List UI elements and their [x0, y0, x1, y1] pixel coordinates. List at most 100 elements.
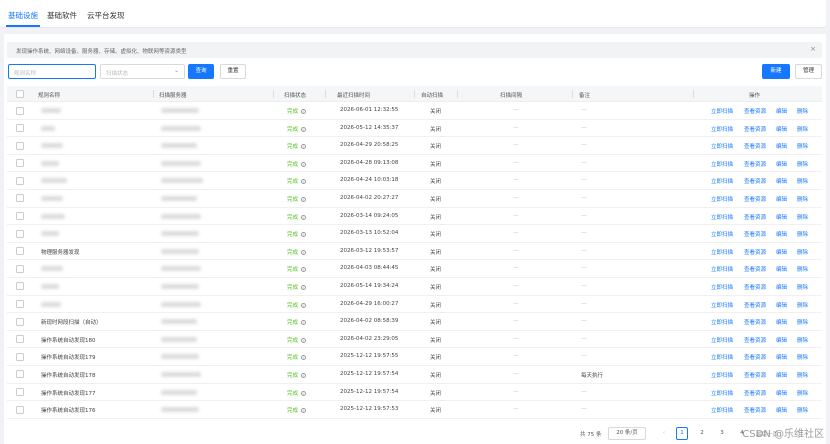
- info-icon[interactable]: i: [301, 320, 307, 326]
- scan-now-link[interactable]: 立即扫描: [711, 301, 733, 309]
- edit-link[interactable]: 编辑: [776, 389, 787, 397]
- row-checkbox[interactable]: [16, 229, 24, 238]
- tab-infrastructure[interactable]: 基础设施: [8, 10, 38, 21]
- delete-link[interactable]: 删除: [797, 389, 808, 397]
- row-checkbox[interactable]: [16, 176, 24, 185]
- row-checkbox[interactable]: [16, 194, 24, 203]
- scan-now-link[interactable]: 立即扫描: [711, 230, 733, 238]
- table-row[interactable]: 物理服务器发现 完成 i 2026-03-12 19:53:57 关闭 — — 立即扫描 查看资…: [7, 243, 822, 261]
- info-icon[interactable]: i: [301, 214, 307, 220]
- edit-link[interactable]: 编辑: [776, 265, 787, 273]
- row-checkbox[interactable]: [16, 370, 24, 379]
- edit-link[interactable]: 编辑: [776, 248, 787, 256]
- prev-page-button[interactable]: ‹: [658, 427, 670, 440]
- table-row[interactable]: 完成 i 2026-05-12 14:35:37 关闭 — — 立即扫描 查看资源 编辑 删除: [7, 120, 822, 138]
- view-resources-link[interactable]: 查看资源: [744, 336, 766, 344]
- delete-link[interactable]: 删除: [797, 213, 808, 221]
- scan-now-link[interactable]: 立即扫描: [711, 142, 733, 150]
- delete-link[interactable]: 删除: [797, 125, 808, 133]
- delete-link[interactable]: 删除: [797, 248, 808, 256]
- table-row[interactable]: 完成 i 2026-03-14 09:24:05 关闭 — — 立即扫描 查看资源 编辑 删除: [7, 208, 822, 226]
- rule-name-input[interactable]: 规则名称: [8, 64, 96, 79]
- edit-link[interactable]: 编辑: [776, 318, 787, 326]
- view-resources-link[interactable]: 查看资源: [744, 125, 766, 133]
- edit-link[interactable]: 编辑: [776, 195, 787, 203]
- table-row[interactable]: 操作系统自动发现176 完成 i 2025-12-12 19:57:53 关闭 — — 立即扫…: [7, 401, 822, 419]
- row-checkbox[interactable]: [16, 282, 24, 291]
- delete-link[interactable]: 删除: [797, 142, 808, 150]
- view-resources-link[interactable]: 查看资源: [744, 213, 766, 221]
- view-resources-link[interactable]: 查看资源: [744, 177, 766, 185]
- edit-link[interactable]: 编辑: [776, 336, 787, 344]
- view-resources-link[interactable]: 查看资源: [744, 142, 766, 150]
- edit-link[interactable]: 编辑: [776, 142, 787, 150]
- delete-link[interactable]: 删除: [797, 160, 808, 168]
- edit-link[interactable]: 编辑: [776, 301, 787, 309]
- view-resources-link[interactable]: 查看资源: [744, 248, 766, 256]
- scan-now-link[interactable]: 立即扫描: [711, 353, 733, 361]
- table-row[interactable]: 新现时网段扫描（自动） 完成 i 2026-04-02 08:58:39 关闭 — — 立即扫…: [7, 313, 822, 331]
- edit-link[interactable]: 编辑: [776, 371, 787, 379]
- info-icon[interactable]: i: [301, 267, 307, 273]
- scan-status-select[interactable]: 扫描状态 ⌄: [100, 64, 185, 79]
- tab-cloud-discovery[interactable]: 云平台发现: [87, 10, 125, 21]
- row-checkbox[interactable]: [16, 212, 24, 221]
- edit-link[interactable]: 编辑: [776, 353, 787, 361]
- row-checkbox[interactable]: [16, 405, 24, 414]
- table-row[interactable]: 完成 i 2026-04-29 20:58:25 关闭 — — 立即扫描 查看资源 编辑 删除: [7, 137, 822, 155]
- edit-link[interactable]: 编辑: [776, 406, 787, 414]
- edit-link[interactable]: 编辑: [776, 160, 787, 168]
- scan-now-link[interactable]: 立即扫描: [711, 195, 733, 203]
- table-row[interactable]: 操作系统自动发现178 完成 i 2025-12-12 19:57:54 关闭 — 每天执行…: [7, 366, 822, 384]
- info-icon[interactable]: i: [301, 232, 307, 238]
- scan-now-link[interactable]: 立即扫描: [711, 125, 733, 133]
- table-row[interactable]: 完成 i 2026-04-24 10:03:18 关闭 — — 立即扫描 查看资源 编辑 删除: [7, 172, 822, 190]
- page-3[interactable]: 3: [716, 427, 728, 440]
- delete-link[interactable]: 删除: [797, 195, 808, 203]
- delete-link[interactable]: 删除: [797, 301, 808, 309]
- search-button[interactable]: 查询: [188, 64, 214, 79]
- delete-link[interactable]: 删除: [797, 265, 808, 273]
- row-checkbox[interactable]: [16, 264, 24, 273]
- scan-now-link[interactable]: 立即扫描: [711, 336, 733, 344]
- scan-now-link[interactable]: 立即扫描: [711, 265, 733, 273]
- delete-link[interactable]: 删除: [797, 177, 808, 185]
- info-icon[interactable]: i: [301, 126, 307, 132]
- scan-now-link[interactable]: 立即扫描: [711, 406, 733, 414]
- new-button[interactable]: 新建: [762, 64, 790, 79]
- delete-link[interactable]: 删除: [797, 107, 808, 115]
- scan-now-link[interactable]: 立即扫描: [711, 318, 733, 326]
- info-icon[interactable]: i: [301, 179, 307, 185]
- table-row[interactable]: 操作系统自动发现179 完成 i 2025-12-12 19:57:55 关闭 — — 立即扫…: [7, 348, 822, 366]
- info-icon[interactable]: i: [301, 196, 307, 202]
- edit-link[interactable]: 编辑: [776, 125, 787, 133]
- info-icon[interactable]: i: [301, 337, 307, 343]
- info-icon[interactable]: i: [301, 109, 307, 114]
- info-icon[interactable]: i: [301, 144, 307, 150]
- tab-base-software[interactable]: 基础软件: [47, 10, 77, 21]
- info-icon[interactable]: i: [301, 284, 307, 290]
- delete-link[interactable]: 删除: [797, 318, 808, 326]
- view-resources-link[interactable]: 查看资源: [744, 318, 766, 326]
- table-row[interactable]: 完成 i 2026-06-01 12:32:55 关闭 — — 立即扫描 查看资源 编辑 删除: [7, 102, 822, 120]
- scan-now-link[interactable]: 立即扫描: [711, 160, 733, 168]
- edit-link[interactable]: 编辑: [776, 230, 787, 238]
- row-checkbox[interactable]: [16, 106, 24, 115]
- view-resources-link[interactable]: 查看资源: [744, 389, 766, 397]
- view-resources-link[interactable]: 查看资源: [744, 406, 766, 414]
- table-row[interactable]: 完成 i 2026-04-02 20:27:27 关闭 — — 立即扫描 查看资源 编辑 删除: [7, 190, 822, 208]
- table-row[interactable]: 操作系统自动发现180 完成 i 2026-04-02 23:29:05 关闭 — — 立即扫…: [7, 331, 822, 349]
- row-checkbox[interactable]: [16, 335, 24, 344]
- view-resources-link[interactable]: 查看资源: [744, 353, 766, 361]
- row-checkbox[interactable]: [16, 352, 24, 361]
- scan-now-link[interactable]: 立即扫描: [711, 389, 733, 397]
- delete-link[interactable]: 删除: [797, 283, 808, 291]
- page-2[interactable]: 2: [696, 427, 708, 440]
- page-size-select[interactable]: 20 条/页: [608, 427, 646, 440]
- close-icon[interactable]: ×: [810, 45, 816, 53]
- view-resources-link[interactable]: 查看资源: [744, 160, 766, 168]
- info-icon[interactable]: i: [301, 161, 307, 167]
- scan-now-link[interactable]: 立即扫描: [711, 177, 733, 185]
- table-row[interactable]: 操作系统自动发现177 完成 i 2025-12-12 19:57:54 关闭 — — 立即扫…: [7, 384, 822, 402]
- table-row[interactable]: 完成 i 2026-04-28 09:13:08 关闭 — — 立即扫描 查看资源 编辑 删除: [7, 155, 822, 173]
